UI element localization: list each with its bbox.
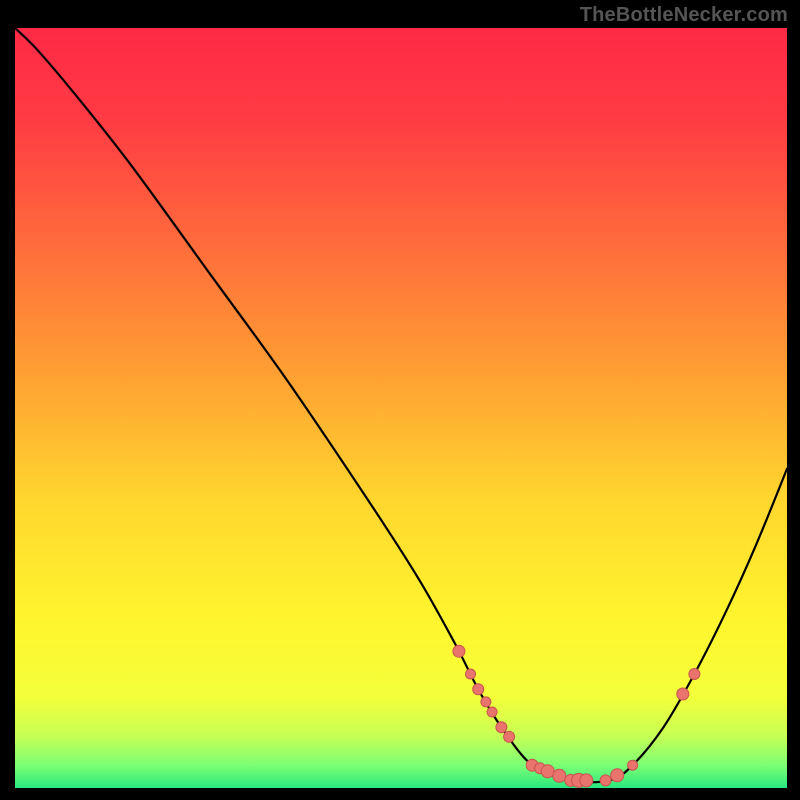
- chart-svg: [15, 28, 787, 788]
- marker-dot: [496, 722, 507, 733]
- marker-dot: [689, 669, 700, 680]
- watermark-text: TheBottleNecker.com: [580, 4, 788, 27]
- marker-dot: [504, 731, 515, 742]
- plot-area: [15, 28, 787, 788]
- marker-dot: [611, 769, 624, 782]
- marker-dot: [600, 775, 611, 786]
- marker-dot: [677, 688, 689, 700]
- gradient-bg: [15, 28, 787, 788]
- marker-dot: [487, 707, 497, 717]
- marker-dot: [473, 684, 484, 695]
- marker-dot: [453, 645, 465, 657]
- marker-dot: [466, 669, 476, 679]
- marker-dot: [541, 765, 554, 778]
- marker-dot: [628, 760, 638, 770]
- chart-frame: TheBottleNecker.com: [0, 0, 800, 800]
- marker-dot: [580, 774, 593, 787]
- marker-dot: [481, 697, 491, 707]
- marker-dot: [553, 769, 566, 782]
